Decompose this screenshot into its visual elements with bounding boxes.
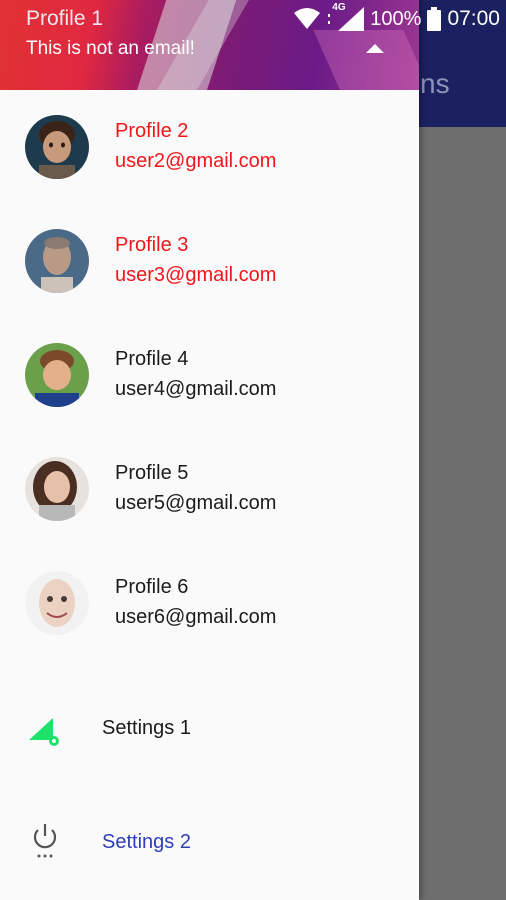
profile-item-5[interactable]: Profile 5 user5@gmail.com xyxy=(0,432,419,546)
profile-name: Profile 2 xyxy=(115,120,189,142)
profile-avatar xyxy=(25,343,89,407)
settings-1-item[interactable]: Settings 1 xyxy=(0,686,419,776)
profile-avatar xyxy=(25,229,89,293)
battery-icon xyxy=(427,7,442,31)
profile-avatar xyxy=(25,457,89,521)
profile-email: user6@gmail.com xyxy=(115,606,277,628)
network-type-label: 4G xyxy=(332,2,346,13)
background-title: ns xyxy=(420,68,450,99)
profile-name: Profile 3 xyxy=(115,234,189,256)
profile-avatar xyxy=(25,571,89,635)
data-arrows-icon xyxy=(326,12,332,26)
signal-settings-icon xyxy=(27,708,63,748)
status-bar: 4G 100% 07:00 xyxy=(0,0,506,38)
clock: 07:00 xyxy=(447,7,500,30)
account-switcher-toggle-icon[interactable] xyxy=(366,44,384,53)
profile-email: user5@gmail.com xyxy=(115,492,277,514)
profile-name: Profile 5 xyxy=(115,462,189,484)
profile-name: Profile 6 xyxy=(115,576,189,598)
profile-email: user2@gmail.com xyxy=(115,150,277,172)
profile-name: Profile 4 xyxy=(115,348,189,370)
power-settings-icon xyxy=(27,822,63,862)
wifi-icon xyxy=(294,8,321,30)
profile-item-2[interactable]: Profile 2 user2@gmail.com xyxy=(0,90,419,204)
settings-1-label: Settings 1 xyxy=(102,717,191,739)
header-profile-email: This is not an email! xyxy=(26,38,195,59)
profile-email: user4@gmail.com xyxy=(115,378,277,400)
profile-item-6[interactable]: Profile 6 user6@gmail.com xyxy=(0,546,419,660)
cell-signal-icon: 4G xyxy=(332,2,365,31)
profile-email: user3@gmail.com xyxy=(115,264,277,286)
settings-2-label: Settings 2 xyxy=(102,831,191,853)
profile-item-3[interactable]: Profile 3 user3@gmail.com xyxy=(0,204,419,318)
battery-percentage: 100% xyxy=(370,7,422,30)
settings-2-item[interactable]: Settings 2 xyxy=(0,800,419,890)
profile-item-4[interactable]: Profile 4 user4@gmail.com xyxy=(0,318,419,432)
profile-avatar xyxy=(25,115,89,179)
navigation-drawer: Profile 1 This is not an email! Profile … xyxy=(0,0,419,900)
